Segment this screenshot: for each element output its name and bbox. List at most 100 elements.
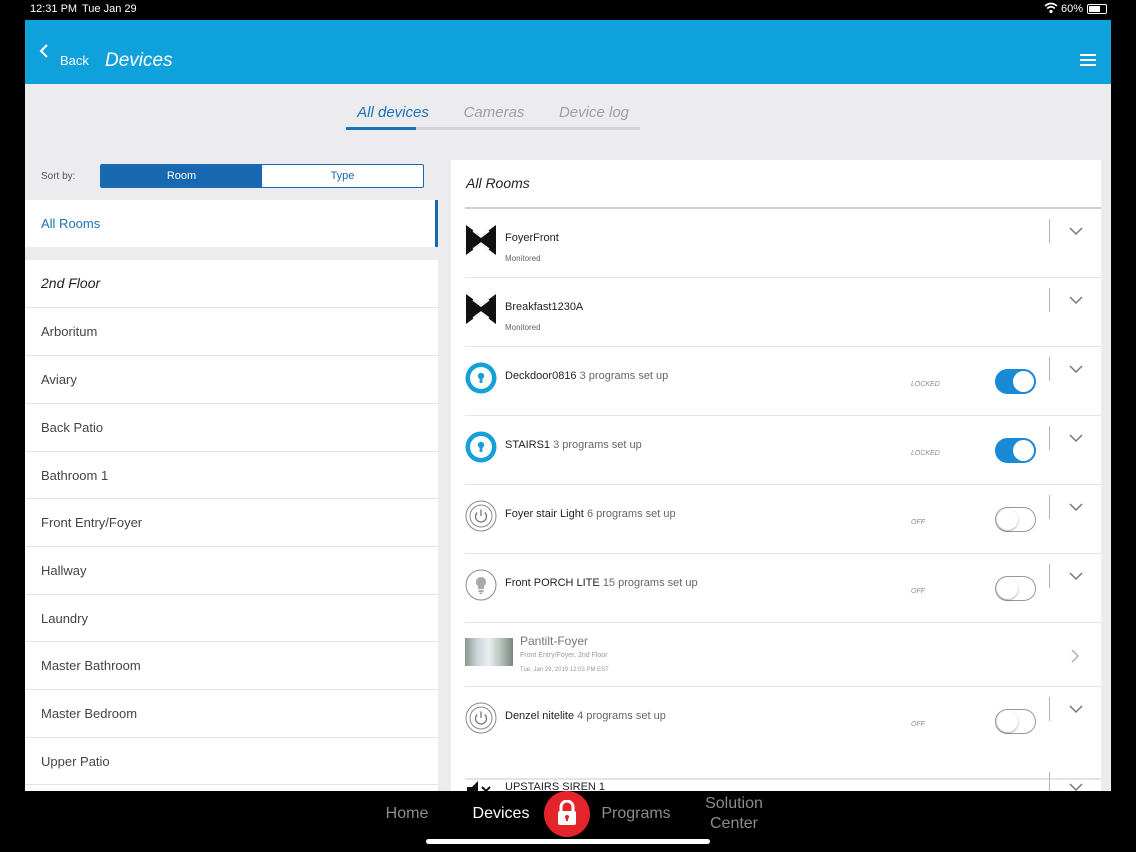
chevron-down-icon[interactable]	[1069, 295, 1083, 305]
chevron-down-icon[interactable]	[1069, 502, 1083, 512]
device-row[interactable]: Deckdoor0816 3 programs set up LOCKED	[465, 347, 1101, 416]
sidebar-item-label: Front Entry/Foyer	[41, 515, 143, 530]
device-row[interactable]: Denzel nitelite 4 programs set up OFF	[465, 687, 1101, 779]
lock-icon	[465, 362, 497, 394]
sidebar-item-upper-patio[interactable]: Upper Patio	[25, 737, 438, 785]
sidebar-item-all-rooms[interactable]: All Rooms	[25, 200, 438, 247]
app-header: Back Devices	[25, 20, 1111, 84]
row-divider	[1049, 564, 1050, 588]
device-name: Deckdoor0816 3 programs set up	[505, 370, 669, 382]
chevron-down-icon[interactable]	[1069, 226, 1083, 236]
sidebar-item-label: Upper Patio	[41, 754, 110, 769]
sidebar-item-arboritum[interactable]: Arboritum	[25, 307, 438, 355]
sidebar-item-master-bathroom[interactable]: Master Bathroom	[25, 641, 438, 689]
sort-by-label: Sort by:	[41, 171, 76, 182]
chevron-down-icon[interactable]	[1069, 364, 1083, 374]
device-name: STAIRS1 3 programs set up	[505, 439, 642, 451]
tab-device-log[interactable]: Device log	[548, 104, 640, 128]
device-tabs: All devices Cameras Device log	[346, 104, 640, 130]
power-switch-icon	[465, 500, 497, 532]
device-programs: 6 programs set up	[586, 508, 676, 520]
sidebar-item-bathroom-1[interactable]: Bathroom 1	[25, 451, 438, 499]
floor-heading: 2nd Floor	[41, 275, 101, 291]
device-name: UPSTAIRS SIREN 1	[505, 781, 606, 791]
tab-cameras[interactable]: Cameras	[440, 104, 548, 128]
battery-icon	[1087, 4, 1107, 14]
device-row[interactable]: FoyerFront Monitored	[465, 209, 1101, 278]
nav-home[interactable]: Home	[367, 805, 447, 823]
row-divider	[1049, 288, 1050, 312]
back-chevron-icon[interactable]	[39, 44, 49, 58]
chevron-down-icon[interactable]	[1069, 704, 1083, 714]
device-row[interactable]: Breakfast1230A Monitored	[465, 278, 1101, 347]
power-toggle[interactable]	[995, 709, 1036, 734]
device-programs: 3 programs set up	[579, 370, 669, 382]
device-name: Denzel nitelite 4 programs set up	[505, 710, 666, 722]
motion-sensor-icon	[466, 294, 496, 324]
sidebar-item-hallway[interactable]: Hallway	[25, 546, 438, 594]
page-title: Devices	[105, 50, 173, 71]
sidebar-item-master-bedroom[interactable]: Master Bedroom	[25, 689, 438, 737]
camera-thumbnail	[465, 638, 513, 666]
device-name: Front PORCH LITE 15 programs set up	[505, 577, 698, 589]
lock-icon	[558, 800, 576, 825]
device-state: LOCKED	[911, 450, 940, 457]
device-status: Monitored	[505, 323, 541, 332]
status-time: 12:31 PM	[30, 3, 78, 15]
light-bulb-icon	[465, 569, 497, 601]
device-status: Monitored	[505, 254, 541, 263]
lock-toggle[interactable]	[995, 438, 1036, 463]
chevron-right-icon[interactable]	[1071, 649, 1079, 663]
siren-mute-icon	[467, 781, 491, 791]
device-state: OFF	[911, 721, 925, 728]
status-date: Tue Jan 29	[82, 3, 137, 15]
device-state: OFF	[911, 519, 925, 526]
tab-indicator	[346, 127, 416, 130]
back-button[interactable]: Back	[60, 53, 89, 68]
sort-type-button[interactable]: Type	[262, 165, 423, 187]
camera-location: Front Entry/Foyer, 2nd Floor	[520, 652, 608, 659]
home-indicator	[426, 839, 710, 844]
nav-solution-center[interactable]: Solution Center	[694, 794, 774, 834]
device-row[interactable]: UPSTAIRS SIREN 1	[465, 772, 1101, 791]
device-name: FoyerFront	[505, 232, 559, 244]
sidebar-item-front-entry-foyer[interactable]: Front Entry/Foyer	[25, 498, 438, 546]
row-divider	[1049, 495, 1050, 519]
sidebar-item-aviary[interactable]: Aviary	[25, 355, 438, 403]
room-list: 2nd Floor Arboritum Aviary Back Patio Ba…	[25, 260, 438, 791]
device-row[interactable]: Foyer stair Light 6 programs set up OFF	[465, 485, 1101, 554]
nav-devices[interactable]: Devices	[461, 805, 541, 823]
camera-row[interactable]: Pantilt-Foyer Front Entry/Foyer, 2nd Flo…	[465, 623, 1101, 687]
panel-title: All Rooms	[466, 175, 530, 191]
device-programs: 15 programs set up	[602, 577, 698, 589]
lock-toggle[interactable]	[995, 369, 1036, 394]
sort-room-button[interactable]: Room	[101, 165, 262, 187]
tab-all-devices[interactable]: All devices	[346, 104, 440, 128]
device-state: OFF	[911, 588, 925, 595]
tab-track	[416, 127, 640, 130]
battery-percent: 60%	[1061, 3, 1084, 15]
device-name: Breakfast1230A	[505, 301, 584, 313]
room-sidebar: All Rooms 2nd Floor Arboritum Aviary Bac…	[25, 200, 438, 791]
device-row[interactable]: Front PORCH LITE 15 programs set up OFF	[465, 554, 1101, 623]
hamburger-menu-icon[interactable]	[1080, 54, 1096, 66]
row-divider	[1049, 426, 1050, 450]
sidebar-item-label: Master Bathroom	[41, 658, 141, 673]
app-window: Back Devices All devices Cameras Device …	[25, 20, 1111, 791]
chevron-down-icon[interactable]	[1069, 571, 1083, 581]
device-row[interactable]: STAIRS1 3 programs set up LOCKED	[465, 416, 1101, 485]
chevron-down-icon[interactable]	[1069, 433, 1083, 443]
power-toggle[interactable]	[995, 507, 1036, 532]
row-divider	[1049, 219, 1050, 243]
device-programs: 3 programs set up	[553, 439, 642, 451]
chevron-down-icon[interactable]	[1069, 782, 1083, 791]
sidebar-item-label: Aviary	[41, 372, 77, 387]
sidebar-item-label: Laundry	[41, 611, 88, 626]
row-divider	[1049, 357, 1050, 381]
sidebar-item-back-patio[interactable]: Back Patio	[25, 403, 438, 451]
nav-programs[interactable]: Programs	[592, 805, 680, 823]
sidebar-item-label: Arboritum	[41, 324, 98, 339]
sidebar-item-laundry[interactable]: Laundry	[25, 594, 438, 642]
power-toggle[interactable]	[995, 576, 1036, 601]
alarm-lock-button[interactable]	[544, 791, 590, 837]
